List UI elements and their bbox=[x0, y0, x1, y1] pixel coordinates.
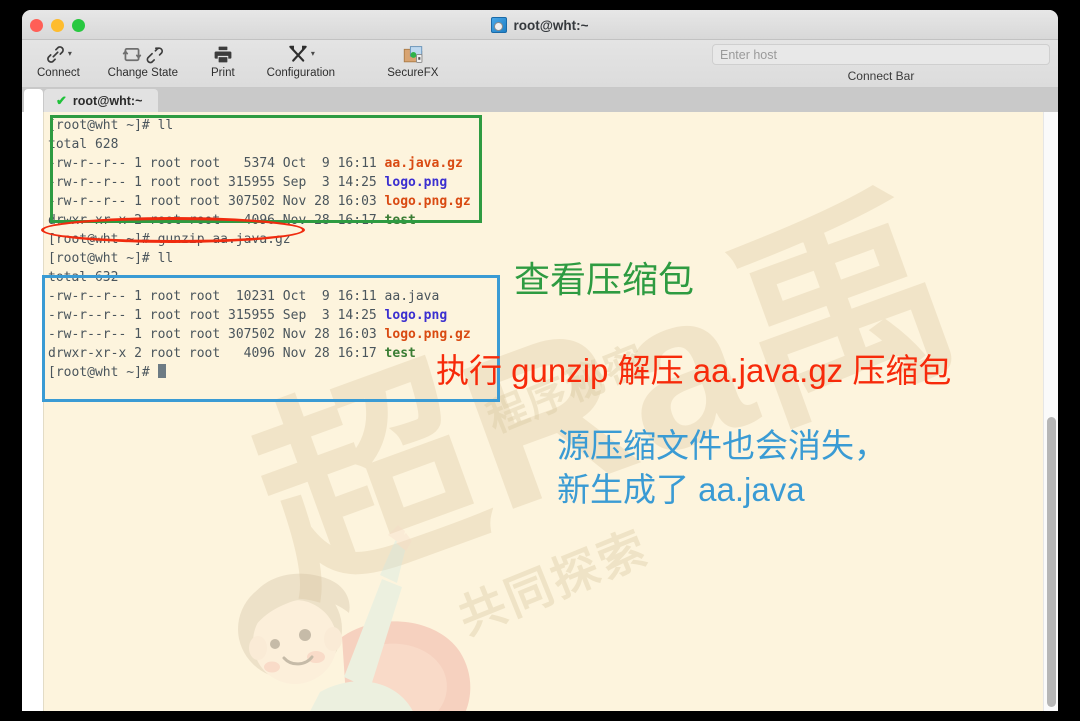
tab-root-wht[interactable]: ✔ root@wht:~ bbox=[44, 89, 159, 112]
terminal-segment: -rw-r--r-- 1 root root 5374 Oct 9 16:11 bbox=[48, 156, 385, 171]
tab-label: root@wht:~ bbox=[72, 93, 143, 108]
sidebar-rail-top bbox=[22, 88, 44, 112]
terminal-line: total 628 bbox=[48, 135, 528, 154]
terminal-segment: drwxr-xr-x 2 root root 4096 Nov 28 16:17 bbox=[48, 346, 385, 361]
terminal-segment: logo.png.gz bbox=[384, 327, 471, 342]
tools-icon: ▾ bbox=[287, 43, 315, 65]
terminal-output: [root@wht ~]# ll total 628 -rw-r--r-- 1 ro… bbox=[48, 116, 528, 382]
terminal-segment: drwxr-xr-x 2 root root 4096 Nov 28 16:17 bbox=[48, 213, 385, 228]
terminal-segment: -rw-r--r-- 1 root root 307502 Nov 28 16:… bbox=[48, 194, 385, 209]
terminal-line: -rw-r--r-- 1 root root 307502 Nov 28 16:… bbox=[48, 325, 528, 344]
terminal-line: drwxr-xr-x 2 root root 4096 Nov 28 16:17… bbox=[48, 211, 528, 230]
screen-root: root@wht:~ ▾ Connect Change State Print … bbox=[0, 0, 1080, 721]
securecrt-icon bbox=[491, 17, 508, 33]
terminal-segment: total 628 bbox=[48, 137, 119, 152]
svg-text:H: H bbox=[344, 707, 389, 711]
terminal-body[interactable]: 超Ra禹 程序秘密 共同探索 [root@wht ~]# ll total 62… bbox=[22, 112, 1058, 711]
window-title: root@wht:~ bbox=[513, 17, 589, 33]
terminal-segment: [root@wht ~]# ll bbox=[48, 251, 174, 266]
terminal-segment: [root@wht ~]# gunzip aa.java.gz bbox=[48, 232, 291, 247]
terminal-segment: logo.png bbox=[384, 308, 448, 323]
terminal-line: -rw-r--r-- 1 root root 307502 Nov 28 16:… bbox=[48, 192, 528, 211]
broken-link-icon bbox=[146, 46, 163, 63]
mascot-illustration: H bbox=[238, 525, 471, 711]
terminal-segment: -rw-r--r-- 1 root root 307502 Nov 28 16:… bbox=[48, 327, 385, 342]
annotation-blue-line: 源压缩文件也会消失， bbox=[557, 427, 887, 464]
printer-icon bbox=[212, 43, 234, 65]
annotation-green: 查看压缩包 bbox=[514, 259, 695, 300]
terminal-segment: -rw-r--r-- 1 root root 315955 Sep 3 14:2… bbox=[48, 308, 385, 323]
terminal-line: -rw-r--r-- 1 root root 5374 Oct 9 16:11 … bbox=[48, 154, 528, 173]
toolbar-print-label: Print bbox=[211, 67, 235, 79]
chevron-down-icon: ▾ bbox=[310, 49, 315, 58]
change-state-icons bbox=[121, 43, 165, 65]
connect-bar-label: Connect Bar bbox=[847, 69, 915, 83]
host-input[interactable] bbox=[712, 44, 1050, 65]
terminal-line: [root@wht ~]# ll bbox=[48, 249, 528, 268]
terminal-cursor bbox=[157, 364, 166, 378]
toolbar-securefx-label: SecureFX bbox=[387, 67, 439, 79]
terminal-segment: test bbox=[384, 213, 416, 228]
securefx-icon bbox=[402, 43, 424, 65]
terminal-line: -rw-r--r-- 1 root root 315955 Sep 3 14:2… bbox=[48, 173, 528, 192]
green-check-icon: ✔ bbox=[56, 92, 67, 108]
terminal-window: root@wht:~ ▾ Connect Change State Print … bbox=[22, 10, 1058, 711]
toolbar-connect-label: Connect bbox=[37, 67, 80, 79]
toolbar-configuration-button[interactable]: ▾ Configuration bbox=[249, 40, 353, 79]
watermark-tagline: 共同探索 bbox=[450, 520, 657, 645]
terminal-line: -rw-r--r-- 1 root root 315955 Sep 3 14:2… bbox=[48, 306, 528, 325]
session-tabbar: ✔ root@wht:~ bbox=[22, 88, 1058, 112]
scrollbar-thumb[interactable] bbox=[1047, 417, 1056, 707]
terminal-segment: [root@wht ~]# bbox=[48, 365, 158, 380]
toolbar-securefx-button[interactable]: SecureFX bbox=[371, 40, 455, 79]
annotation-red: 执行 gunzip 解压 aa.java.gz 压缩包 bbox=[436, 352, 952, 389]
terminal-segment: total 632 bbox=[48, 270, 119, 285]
refresh-icon bbox=[122, 47, 142, 61]
connect-bar-area: Connect Bar bbox=[712, 44, 1050, 83]
terminal-segment: [root@wht ~]# ll bbox=[48, 118, 174, 133]
terminal-line: [root@wht ~]# gunzip aa.java.gz bbox=[48, 230, 528, 249]
window-title-group: root@wht:~ bbox=[22, 10, 1058, 40]
terminal-line: -rw-r--r-- 1 root root 10231 Oct 9 16:11… bbox=[48, 287, 528, 306]
toolbar-change-state-label: Change State bbox=[107, 67, 179, 79]
window-titlebar: root@wht:~ bbox=[22, 10, 1058, 40]
terminal-segment: logo.png.gz bbox=[384, 194, 471, 209]
toolbar-print-button[interactable]: Print bbox=[197, 40, 249, 79]
toolbar-connect-button[interactable]: ▾ Connect bbox=[28, 40, 89, 79]
main-toolbar: ▾ Connect Change State Print ▾ Configura… bbox=[22, 40, 1058, 88]
annotation-blue-line: 新生成了 aa.java bbox=[557, 471, 805, 508]
terminal-segment: logo.png bbox=[384, 175, 448, 190]
toolbar-change-state-button[interactable]: Change State bbox=[89, 40, 197, 79]
terminal-segment: -rw-r--r-- 1 root root 10231 Oct 9 16:11… bbox=[48, 289, 440, 304]
terminal-segment: -rw-r--r-- 1 root root 315955 Sep 3 14:2… bbox=[48, 175, 385, 190]
terminal-segment: aa.java.gz bbox=[384, 156, 463, 171]
link-icon: ▾ bbox=[45, 43, 72, 65]
terminal-segment: test bbox=[384, 346, 416, 361]
annotation-blue: 源压缩文件也会消失， 新生成了 aa.java bbox=[557, 424, 887, 512]
chevron-down-icon: ▾ bbox=[67, 49, 72, 58]
toolbar-configuration-label: Configuration bbox=[266, 67, 336, 79]
terminal-line: [root@wht ~]# ll bbox=[48, 116, 528, 135]
vertical-scrollbar[interactable] bbox=[1043, 112, 1058, 711]
session-sidebar-rail bbox=[22, 112, 44, 711]
terminal-line: total 632 bbox=[48, 268, 528, 287]
